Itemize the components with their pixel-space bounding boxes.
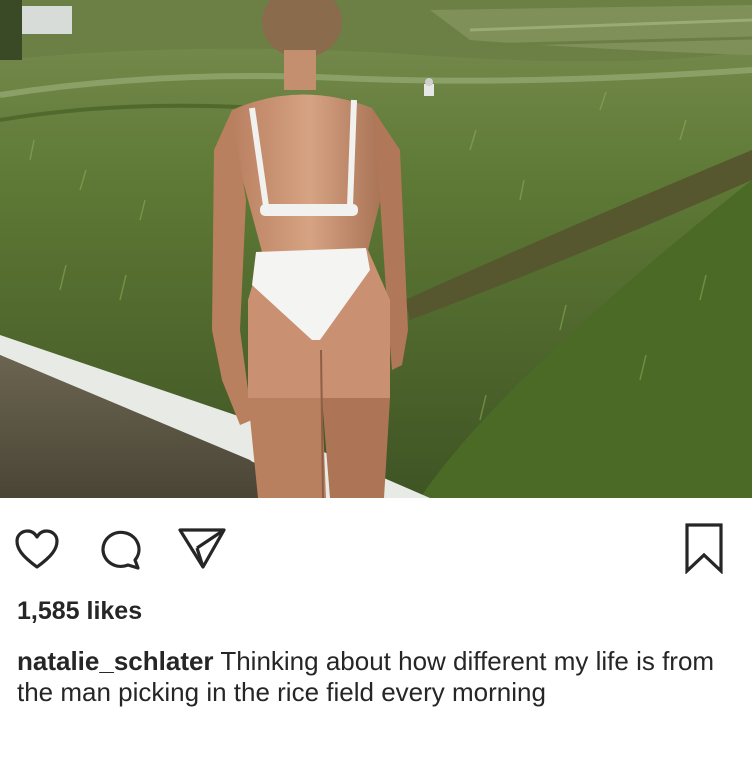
paper-plane-icon[interactable] [177,526,227,570]
heart-outline-icon[interactable] [14,527,60,571]
post-caption: natalie_schlater Thinking about how diff… [17,646,735,708]
instagram-post: 1,585 likes natalie_schlater Thinking ab… [0,0,752,767]
speech-bubble-icon[interactable] [98,527,144,571]
caption-username[interactable]: natalie_schlater [17,646,214,676]
bookmark-outline-icon[interactable] [681,522,727,575]
post-photo[interactable] [0,0,752,498]
likes-count[interactable]: 1,585 likes [17,597,142,626]
